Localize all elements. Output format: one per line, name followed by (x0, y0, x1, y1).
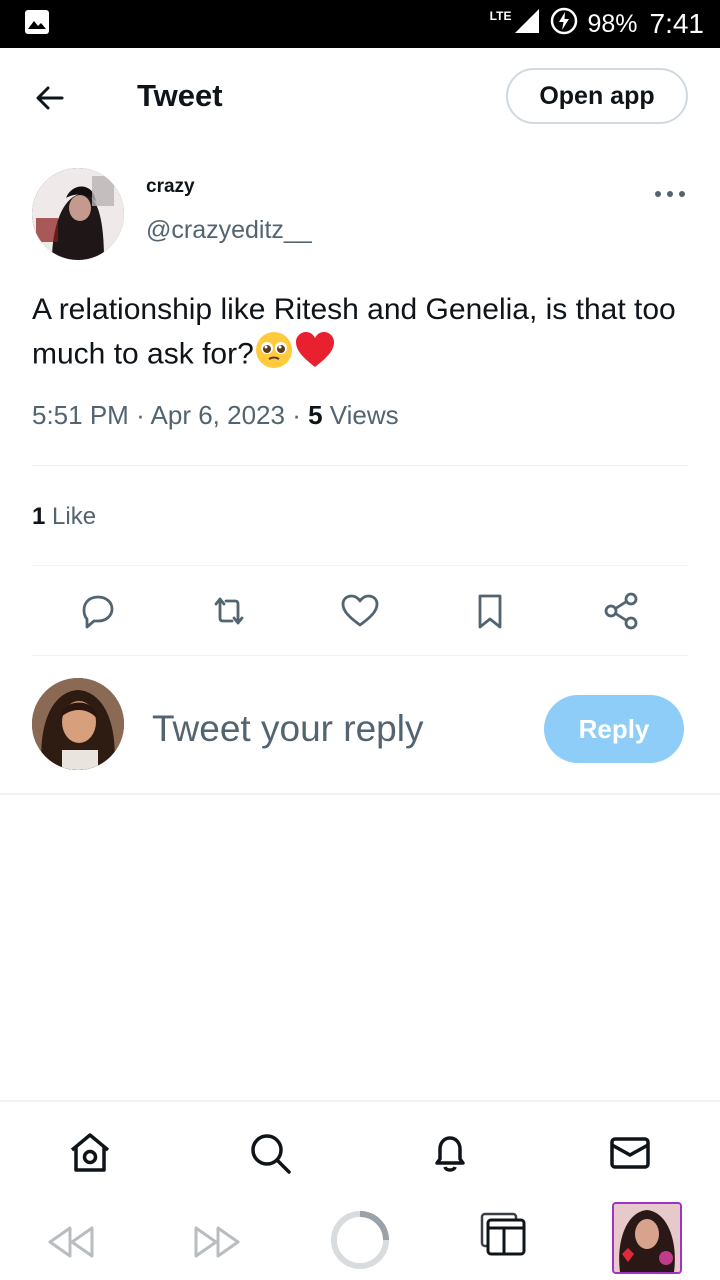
open-app-button[interactable]: Open app (506, 68, 688, 124)
profile-thumbnail[interactable] (612, 1202, 682, 1274)
meta-separator: · (136, 400, 151, 430)
red-heart-icon (294, 330, 336, 381)
back-icon[interactable] (46, 1222, 96, 1267)
author-handle[interactable]: @crazyeditz__ (146, 216, 312, 245)
bookmark-icon[interactable] (467, 588, 513, 634)
signal-icon (513, 7, 541, 42)
reply-button[interactable]: Reply (544, 695, 684, 763)
reply-icon[interactable] (75, 588, 121, 634)
home-icon[interactable] (67, 1130, 113, 1176)
battery-charging-icon (549, 6, 579, 43)
network-type: LTE (489, 9, 512, 23)
views-count: 5 (308, 400, 323, 430)
divider (32, 465, 688, 466)
retweet-icon[interactable] (206, 588, 252, 634)
views-label: Views (329, 400, 399, 430)
user-avatar[interactable] (32, 678, 124, 770)
notifications-icon[interactable] (427, 1130, 473, 1176)
divider (0, 793, 720, 795)
messages-icon[interactable] (607, 1130, 653, 1176)
meta-separator: · (292, 400, 309, 430)
clock: 7:41 (649, 8, 705, 39)
tweet-meta: 5:51 PM · Apr 6, 2023 · 5 Views (32, 400, 399, 431)
back-arrow-icon[interactable] (32, 80, 68, 116)
author-avatar[interactable] (32, 168, 124, 260)
battery-percent: 98% (587, 9, 638, 38)
reply-input[interactable] (150, 700, 534, 758)
pleading-face-icon (254, 330, 294, 381)
tweet-body: A relationship like Ritesh and Genelia, … (32, 293, 676, 371)
tweet-actions (0, 588, 720, 634)
author-name[interactable]: crazy (146, 176, 195, 198)
divider (32, 655, 688, 656)
tweet-text: A relationship like Ritesh and Genelia, … (32, 290, 692, 381)
page-title: Tweet (137, 78, 223, 113)
likes-label: Like (52, 503, 97, 530)
tweet-date[interactable]: Apr 6, 2023 (151, 400, 285, 430)
top-bar: Tweet Open app (0, 48, 720, 146)
search-icon[interactable] (247, 1130, 293, 1176)
reload-icon[interactable] (330, 1210, 390, 1275)
divider (32, 565, 688, 566)
likes-summary[interactable]: 1 Like (32, 503, 96, 531)
tabs-icon[interactable] (480, 1212, 526, 1261)
more-options-icon[interactable] (652, 182, 688, 206)
forward-icon[interactable] (192, 1222, 242, 1267)
like-icon[interactable] (337, 588, 383, 634)
image-notification-icon (24, 9, 50, 40)
status-bar: LTE 98% 7:41 (0, 0, 720, 48)
tweet-time[interactable]: 5:51 PM (32, 400, 129, 430)
likes-count: 1 (32, 503, 46, 530)
share-icon[interactable] (598, 588, 644, 634)
bottom-navigation (0, 1100, 720, 1200)
